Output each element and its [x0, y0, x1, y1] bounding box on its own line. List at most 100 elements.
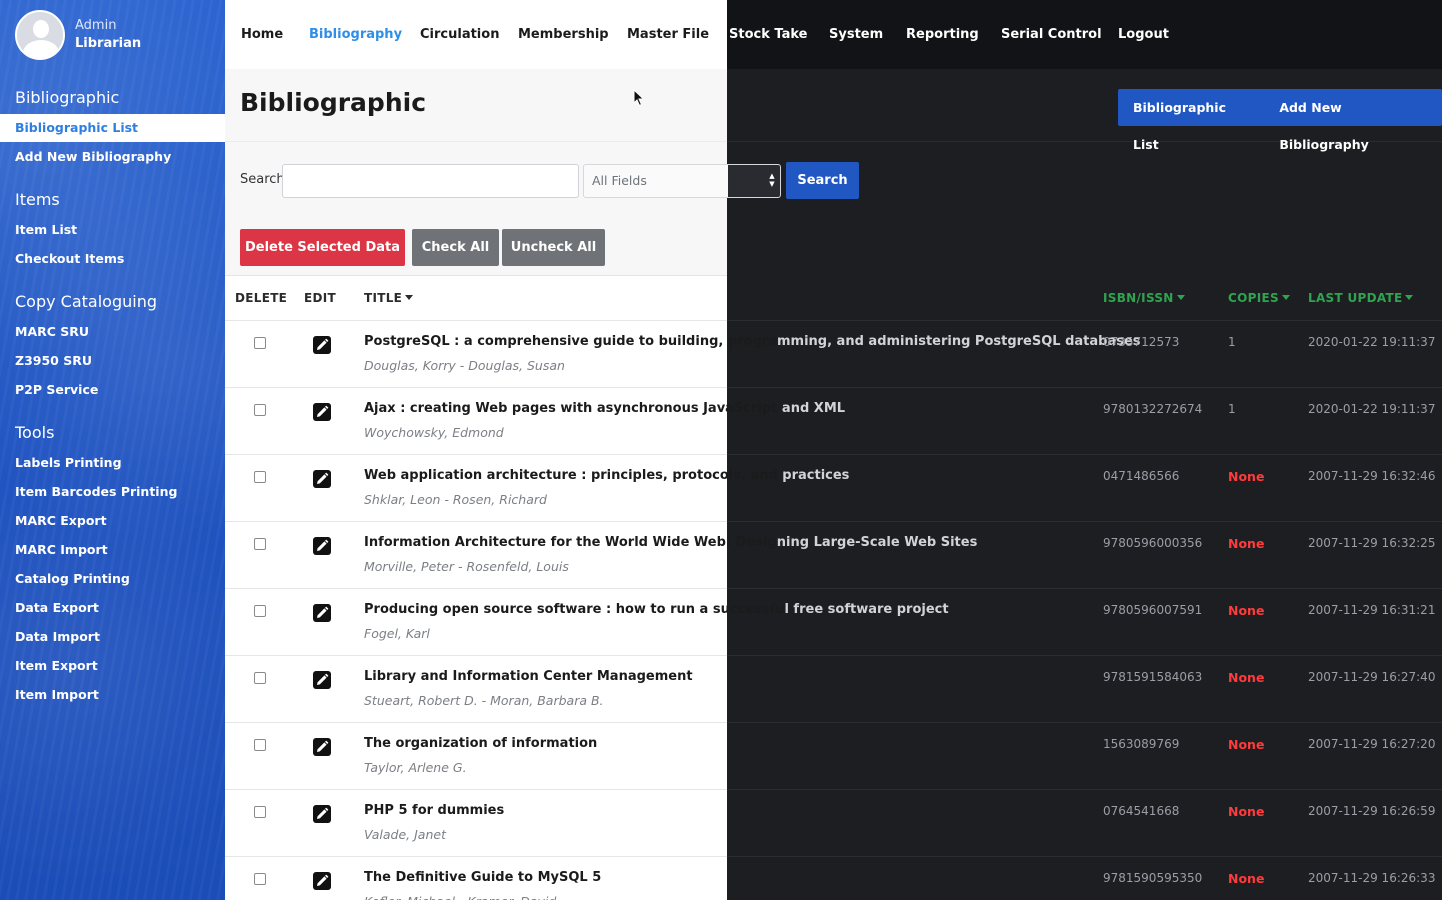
sidebar-item-data-import[interactable]: Data Import: [0, 623, 225, 651]
nav-stock-take[interactable]: Stock Take: [729, 0, 807, 69]
row-separator: [225, 454, 727, 455]
copies-cell: None: [1228, 603, 1265, 618]
last-update-cell: 2007-11-29 16:26:59: [1308, 804, 1436, 818]
sidebar-item-marc-import[interactable]: MARC Import: [0, 536, 225, 564]
sidebar-item-add-new-bibliography[interactable]: Add New Bibliography: [0, 143, 225, 171]
check-all-button[interactable]: Check All: [412, 229, 499, 266]
bibliography-title-link[interactable]: Ajax : creating Web pages with asynchron…: [364, 401, 845, 416]
nav-master-file[interactable]: Master File: [627, 0, 709, 69]
bibliography-title-link[interactable]: The organization of information: [364, 736, 597, 751]
row-separator: [225, 320, 727, 321]
sidebar-item-marc-export[interactable]: MARC Export: [0, 507, 225, 535]
last-update-cell: 2007-11-29 16:26:33: [1308, 871, 1436, 885]
row-separator: [225, 521, 727, 522]
nav-membership[interactable]: Membership: [518, 0, 609, 69]
uncheck-all-button[interactable]: Uncheck All: [502, 229, 605, 266]
nav-logout[interactable]: Logout: [1118, 0, 1169, 69]
row-separator: [225, 588, 727, 589]
nav-reporting[interactable]: Reporting: [906, 0, 979, 69]
author-text: Valade, Janet: [364, 827, 446, 842]
row-separator: [727, 521, 1442, 522]
search-input[interactable]: [282, 164, 579, 198]
copies-cell: None: [1228, 804, 1265, 819]
row-separator: [225, 789, 727, 790]
edit-icon[interactable]: [313, 604, 331, 622]
isbn-cell: 9781591584063: [1103, 670, 1203, 684]
sidebar-item-labels-printing[interactable]: Labels Printing: [0, 449, 225, 477]
row-separator: [727, 856, 1442, 857]
author-text: Douglas, Korry - Douglas, Susan: [364, 358, 565, 373]
row-delete-checkbox[interactable]: [254, 538, 266, 550]
add-new-bibliography-button[interactable]: Add New Bibliography: [1264, 89, 1442, 152]
copies-cell: None: [1228, 469, 1265, 484]
bibliography-title-link[interactable]: The Definitive Guide to MySQL 5: [364, 870, 601, 885]
sidebar-section-tools: Tools: [15, 423, 55, 442]
sidebar-item-marc-sru[interactable]: MARC SRU: [0, 318, 225, 346]
bibliography-title-link[interactable]: Information Architecture for the World W…: [364, 535, 977, 550]
isbn-cell: 0764541668: [1103, 804, 1180, 818]
sidebar-item-item-barcodes-printing[interactable]: Item Barcodes Printing: [0, 478, 225, 506]
nav-system[interactable]: System: [829, 0, 883, 69]
title-text-part: Web application architecture : principle…: [364, 468, 783, 483]
nav-home[interactable]: Home: [241, 0, 283, 69]
nav-bibliography[interactable]: Bibliography: [309, 0, 402, 69]
sidebar: Admin Librarian Bibliographic Bibliograp…: [0, 0, 225, 900]
column-header-title[interactable]: TITLE: [364, 291, 414, 305]
sidebar-item-catalog-printing[interactable]: Catalog Printing: [0, 565, 225, 593]
nav-serial-control[interactable]: Serial Control: [1001, 0, 1102, 69]
edit-icon[interactable]: [313, 470, 331, 488]
row-delete-checkbox[interactable]: [254, 672, 266, 684]
edit-icon[interactable]: [313, 336, 331, 354]
column-header-delete: DELETE: [235, 291, 288, 305]
column-header-copies[interactable]: COPIES: [1228, 291, 1290, 305]
sidebar-item-checkout-items[interactable]: Checkout Items: [0, 245, 225, 273]
edit-icon[interactable]: [313, 738, 331, 756]
author-text: Stueart, Robert D. - Moran, Barbara B.: [364, 693, 604, 708]
last-update-cell: 2020-01-22 19:11:37: [1308, 402, 1436, 416]
search-label: Search: [240, 172, 285, 187]
column-header-isbn[interactable]: ISBN/ISSN: [1103, 291, 1185, 305]
user-profile[interactable]: Admin Librarian: [15, 10, 141, 60]
last-update-cell: 2007-11-29 16:27:40: [1308, 670, 1436, 684]
title-text-part: practices: [782, 468, 850, 483]
delete-selected-button[interactable]: Delete Selected Data: [240, 229, 405, 266]
bibliography-title-link[interactable]: PostgreSQL : a comprehensive guide to bu…: [364, 334, 1141, 349]
sidebar-item-p2p-service[interactable]: P2P Service: [0, 376, 225, 404]
search-field-select[interactable]: All Fields ▲ ▼: [583, 164, 781, 198]
sidebar-item-item-list[interactable]: Item List: [0, 216, 225, 244]
row-delete-checkbox[interactable]: [254, 873, 266, 885]
edit-icon[interactable]: [313, 805, 331, 823]
nav-circulation[interactable]: Circulation: [420, 0, 499, 69]
search-button[interactable]: Search: [786, 162, 859, 199]
row-delete-checkbox[interactable]: [254, 404, 266, 416]
bibliography-title-link[interactable]: Web application architecture : principle…: [364, 468, 849, 483]
sidebar-item-item-export[interactable]: Item Export: [0, 652, 225, 680]
row-separator: [225, 655, 727, 656]
bibliographic-list-button[interactable]: Bibliographic List: [1118, 89, 1264, 152]
isbn-cell: 9780132272674: [1103, 402, 1203, 416]
row-delete-checkbox[interactable]: [254, 337, 266, 349]
column-header-last-update[interactable]: LAST UPDATE: [1308, 291, 1414, 305]
title-text-part: Library and Information Center Managemen…: [364, 669, 693, 684]
edit-icon[interactable]: [313, 403, 331, 421]
page-title: Bibliographic: [240, 88, 427, 117]
sidebar-item-item-import[interactable]: Item Import: [0, 681, 225, 709]
title-text-part: ning Large-Scale Web Sites: [776, 535, 978, 550]
sort-caret-icon: [1281, 295, 1290, 300]
bibliography-title-link[interactable]: PHP 5 for dummies: [364, 803, 504, 818]
isbn-cell: 9780596007591: [1103, 603, 1203, 617]
edit-icon[interactable]: [313, 537, 331, 555]
edit-icon[interactable]: [313, 671, 331, 689]
bibliography-title-link[interactable]: Library and Information Center Managemen…: [364, 669, 693, 684]
row-delete-checkbox[interactable]: [254, 739, 266, 751]
edit-icon[interactable]: [313, 872, 331, 890]
sidebar-item-data-export[interactable]: Data Export: [0, 594, 225, 622]
select-arrows-icon: ▲ ▼: [769, 172, 775, 188]
row-delete-checkbox[interactable]: [254, 605, 266, 617]
bibliography-title-link[interactable]: Producing open source software : how to …: [364, 602, 949, 617]
sidebar-item-bibliographic-list[interactable]: Bibliographic List: [0, 114, 225, 142]
row-delete-checkbox[interactable]: [254, 806, 266, 818]
copies-cell: 1: [1228, 335, 1236, 349]
sidebar-item-z3950-sru[interactable]: Z3950 SRU: [0, 347, 225, 375]
row-delete-checkbox[interactable]: [254, 471, 266, 483]
